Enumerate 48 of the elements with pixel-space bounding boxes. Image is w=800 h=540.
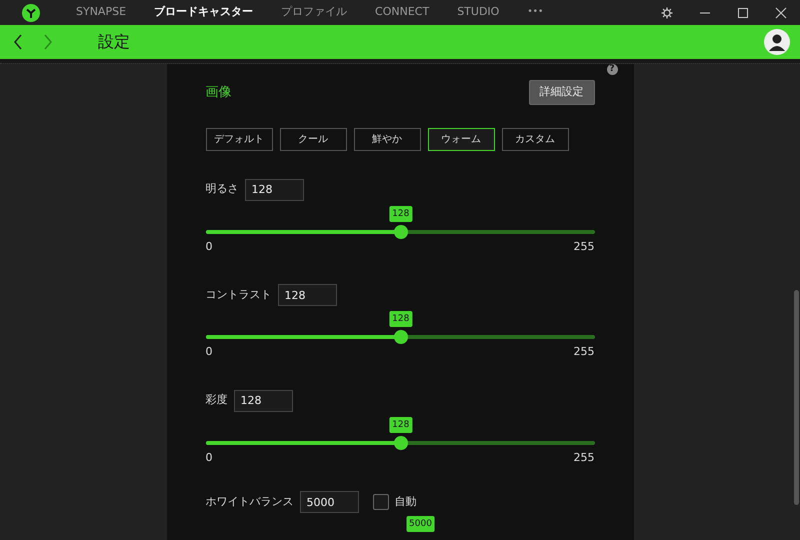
checkbox-label: 自動 — [394, 494, 416, 510]
avatar-icon[interactable] — [764, 29, 790, 55]
value-tooltip: 128 — [389, 206, 412, 222]
value-field[interactable]: 128 — [278, 284, 336, 306]
page-title: 設定 — [98, 31, 130, 53]
slider-thumb[interactable] — [394, 330, 408, 344]
slider-thumb[interactable] — [394, 224, 408, 238]
preset-button[interactable]: クール — [280, 128, 346, 150]
nav-tab[interactable]: ブロードキャスター — [140, 0, 268, 25]
preset-button[interactable]: デフォルト — [206, 128, 272, 150]
field-label: 明るさ — [206, 181, 238, 198]
value-tooltip: 5000 — [406, 516, 435, 532]
preset-button[interactable]: カスタム — [502, 128, 568, 150]
maximize-icon[interactable] — [737, 6, 749, 18]
min-label: 0 — [206, 238, 212, 254]
value-field[interactable]: 128 — [244, 178, 304, 200]
slider-thumb[interactable] — [394, 436, 408, 450]
scrollbar-thumb[interactable] — [794, 290, 799, 505]
preset-button[interactable]: ウォーム — [428, 128, 494, 150]
min-label: 0 — [206, 344, 212, 360]
logo-icon[interactable] — [22, 4, 40, 22]
max-label: 255 — [574, 238, 594, 254]
max-label: 255 — [574, 344, 594, 360]
value-tooltip: 128 — [389, 311, 412, 327]
nav-tab[interactable]: プロファイル — [267, 0, 362, 25]
value-field[interactable]: 128 — [234, 390, 292, 412]
field-label: 彩度 — [206, 392, 228, 408]
field-label: コントラスト — [206, 286, 272, 303]
field-label: ホワイトバランス — [206, 494, 294, 510]
nav-tab[interactable]: STUDIO — [443, 0, 514, 25]
min-label: 0 — [206, 450, 212, 466]
nav-tab[interactable]: CONNECT — [361, 0, 444, 25]
max-label: 255 — [574, 450, 594, 466]
slider-track[interactable] — [206, 330, 594, 344]
back-icon[interactable] — [13, 34, 23, 50]
value-tooltip: 128 — [389, 416, 412, 432]
help-icon[interactable]: ? — [606, 64, 618, 75]
value-field[interactable]: 5000 — [300, 491, 358, 513]
auto-checkbox[interactable] — [372, 494, 388, 510]
advanced-settings-button[interactable]: 詳細設定 — [528, 80, 594, 104]
section-title: 画像 — [206, 84, 232, 102]
close-icon[interactable] — [775, 6, 787, 18]
slider-track[interactable] — [206, 224, 594, 238]
nav-tab[interactable]: SYNAPSE — [62, 0, 140, 25]
preset-button[interactable]: 鮮やか — [354, 128, 420, 150]
more-button[interactable]: ••• — [513, 0, 558, 25]
settings-icon[interactable] — [661, 6, 673, 18]
slider-track[interactable] — [206, 436, 594, 450]
